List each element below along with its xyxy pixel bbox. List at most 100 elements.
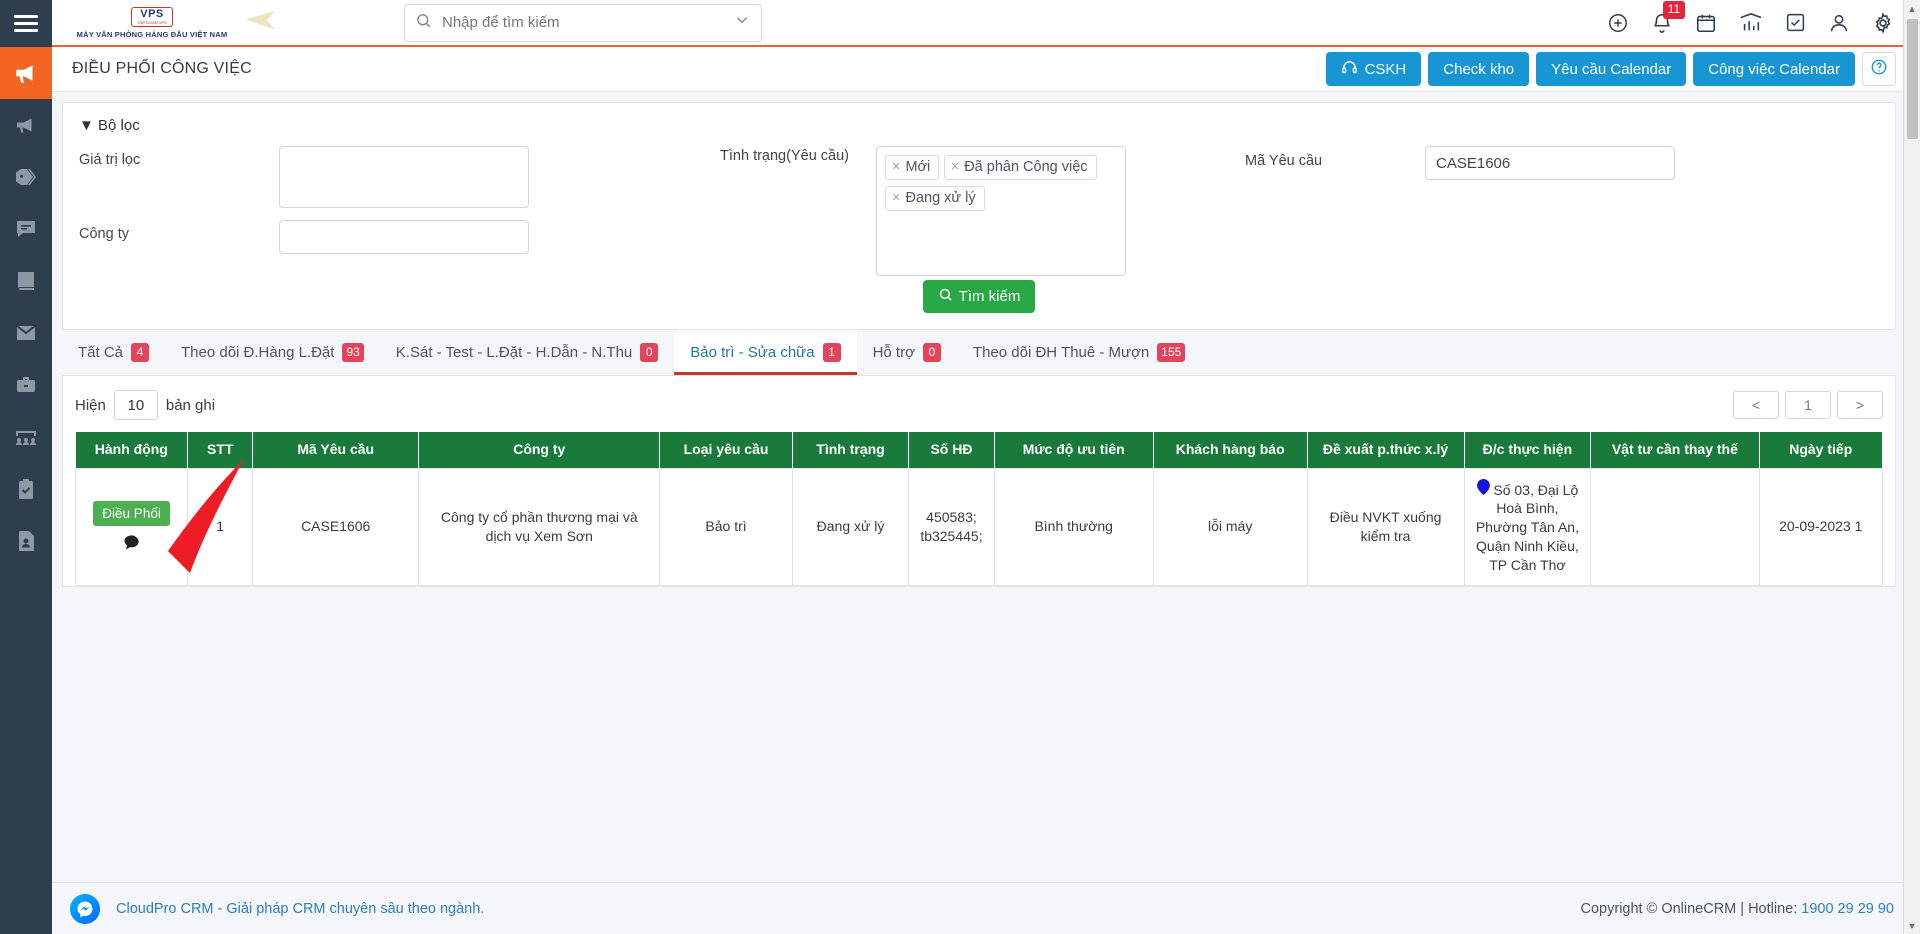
global-search[interactable] — [404, 3, 762, 42]
show-suffix-label: bản ghi — [165, 396, 216, 414]
sidebar-item-messages[interactable] — [0, 203, 52, 255]
chevron-down-icon[interactable] — [727, 11, 751, 34]
help-button[interactable] — [1862, 52, 1896, 86]
page-scrollbar[interactable]: ▲ ▼ — [1903, 0, 1920, 934]
tag-da-phan-cong-viec[interactable]: × Đã phân Công việc — [943, 155, 1097, 180]
scroll-down-arrow[interactable]: ▼ — [1904, 917, 1920, 934]
page-1-button[interactable]: 1 — [1785, 391, 1831, 419]
sidebar-item-mail[interactable] — [0, 307, 52, 359]
cell-ma-yeu-cau[interactable]: CASE1606 — [252, 467, 420, 586]
col-dc-thuc-hien[interactable]: Đ/c thực hiện — [1464, 432, 1592, 468]
remove-tag-icon[interactable]: × — [892, 190, 900, 206]
tab-theo-doi-dhang-ldat-count: 93 — [342, 343, 364, 362]
logo-brand-sub: TẬP ĐOÀN VPS — [137, 19, 167, 25]
cskh-button-label: CSKH — [1364, 60, 1407, 78]
page-title: ĐIỀU PHỐI CÔNG VIỆC — [72, 60, 252, 77]
tag-moi[interactable]: × Mới — [885, 155, 940, 180]
comment-icon[interactable] — [84, 533, 179, 552]
envelope-icon — [14, 321, 38, 345]
cell-de-xuat: Điều NVKT xuống kiểm tra — [1306, 467, 1465, 586]
tag-dang-xu-ly-label: Đang xử lý — [905, 190, 976, 206]
page-size-control: Hiện bản ghi — [75, 390, 215, 420]
filter-panel: ▼ Bộ lọc Giá trị lọc Công ty Tình trạng(… — [62, 102, 1896, 330]
col-de-xuat-pthuc-xly[interactable]: Đề xuất p.thức x.lý — [1307, 432, 1465, 468]
col-so-hd[interactable]: Số HĐ — [908, 432, 995, 468]
sidebar-item-contacts[interactable] — [0, 515, 52, 567]
col-ngay-tiep[interactable]: Ngày tiếp — [1759, 432, 1883, 468]
gia-tri-loc-input[interactable] — [279, 146, 529, 208]
check-kho-button[interactable]: Check kho — [1428, 52, 1530, 86]
col-cong-ty[interactable]: Công ty — [418, 432, 661, 468]
sidebar-item-megaphone-active[interactable] — [0, 47, 52, 99]
col-hanh-dong[interactable]: Hành động — [75, 432, 189, 468]
tab-ksat-test[interactable]: K.Sát - Test - L.Đặt - H.Dẫn - N.Thu 0 — [380, 332, 674, 375]
col-muc-do-uu-tien[interactable]: Mức độ ưu tiên — [994, 432, 1154, 468]
cell-loai-yeu-cau: Bảo trì — [659, 467, 793, 586]
users-icon — [14, 425, 38, 449]
tab-theo-doi-dhang-ldat[interactable]: Theo dõi Đ.Hàng L.Đặt 93 — [165, 332, 380, 375]
cell-khach-hang-bao: lỗi máy — [1152, 467, 1308, 586]
ma-yeu-cau-input[interactable] — [1425, 146, 1675, 180]
cskh-button[interactable]: CSKH — [1325, 52, 1422, 86]
work-dispatch-table: Hành động STT Mã Yêu cầu Công ty Loại yê… — [74, 432, 1883, 586]
col-khach-hang-bao[interactable]: Khách hàng báo — [1153, 432, 1308, 468]
tim-kiem-button[interactable]: Tìm kiếm — [922, 280, 1036, 313]
tab-bao-tri-sua-chua[interactable]: Bảo trì - Sửa chữa 1 — [674, 332, 857, 375]
col-tinh-trang[interactable]: Tình trạng — [792, 432, 910, 468]
page-size-input[interactable] — [113, 390, 158, 420]
filter-title-row[interactable]: ▼ Bộ lọc — [79, 117, 1879, 134]
col-stt[interactable]: STT — [187, 432, 254, 468]
messenger-icon[interactable] — [70, 893, 100, 924]
cell-so-hd[interactable]: 450583; tb325445; — [908, 467, 995, 586]
briefcase-icon — [14, 373, 38, 397]
hotline-number[interactable]: 1900 29 29 90 — [1801, 901, 1894, 917]
copyright-text: Copyright © OnlineCRM | Hotline: — [1580, 900, 1802, 917]
cell-hanh-dong: Điều Phối — [74, 467, 189, 586]
cell-tinh-trang: Đang xử lý — [791, 467, 910, 586]
tab-ho-tro[interactable]: Hỗ trợ 0 — [857, 332, 957, 375]
user-icon[interactable] — [1828, 12, 1850, 34]
search-input[interactable] — [440, 13, 727, 32]
sidebar-item-briefcase[interactable] — [0, 359, 52, 411]
show-prefix-label: Hiện — [75, 396, 106, 414]
tab-tat-ca[interactable]: Tất Cả 4 — [62, 332, 165, 375]
sidebar-item-meeting[interactable] — [0, 411, 52, 463]
tinh-trang-multiselect[interactable]: × Mới × Đã phân Công việc × Đang xử lý — [876, 146, 1126, 276]
cong-ty-input[interactable] — [279, 220, 529, 254]
yeu-cau-calendar-label: Yêu cầu Calendar — [1551, 60, 1672, 78]
menu-toggle-button[interactable] — [0, 0, 52, 47]
next-page-button[interactable]: > — [1837, 391, 1883, 419]
add-icon[interactable] — [1607, 12, 1629, 34]
cell-cong-ty[interactable]: Công ty cổ phần thương mại và dịch vụ Xe… — [418, 467, 661, 586]
sidebar-item-campaign[interactable] — [0, 99, 52, 151]
remove-tag-icon[interactable]: × — [892, 159, 900, 175]
table-row: Điều Phối 1 CASE1606 Công ty cổ phần thư… — [74, 467, 1883, 586]
search-icon — [938, 287, 953, 306]
cell-vat-tu — [1590, 467, 1760, 586]
settings-icon[interactable] — [1872, 11, 1894, 34]
col-loai-yeu-cau[interactable]: Loại yêu cầu — [659, 432, 793, 468]
bell-icon[interactable]: 11 — [1651, 0, 1685, 34]
sidebar-item-tasks[interactable] — [0, 463, 52, 515]
tab-theo-doi-dh-thue-muon[interactable]: Theo dõi ĐH Thuê - Mượn 155 — [957, 332, 1201, 375]
remove-tag-icon[interactable]: × — [951, 159, 959, 175]
chart-icon[interactable] — [1739, 12, 1763, 34]
tag-icon — [14, 165, 38, 189]
table-header-row: Hành động STT Mã Yêu cầu Công ty Loại yê… — [75, 432, 1883, 468]
dieu-phoi-button[interactable]: Điều Phối — [93, 501, 170, 527]
tag-dang-xu-ly[interactable]: × Đang xử lý — [885, 186, 985, 211]
scrollbar-thumb[interactable] — [1906, 19, 1918, 139]
col-ma-yeu-cau[interactable]: Mã Yêu cầu — [252, 432, 420, 468]
calendar-icon[interactable] — [1695, 12, 1717, 34]
scroll-up-arrow[interactable]: ▲ — [1904, 0, 1920, 17]
task-icon[interactable] — [1785, 12, 1806, 33]
sidebar-item-catalog[interactable] — [0, 255, 52, 307]
triangle-down-icon[interactable]: ▼ — [79, 117, 94, 134]
footer-left-text[interactable]: CloudPro CRM - Giải pháp CRM chuyên sâu … — [116, 901, 484, 917]
cong-viec-calendar-button[interactable]: Công việc Calendar — [1693, 52, 1855, 86]
col-vat-tu-can-thay-the[interactable]: Vật tư cần thay thế — [1590, 432, 1760, 468]
prev-page-button[interactable]: < — [1733, 391, 1779, 419]
yeu-cau-calendar-button[interactable]: Yêu cầu Calendar — [1536, 52, 1687, 86]
sidebar-item-tags[interactable] — [0, 151, 52, 203]
pagination: < 1 > — [1733, 391, 1883, 419]
